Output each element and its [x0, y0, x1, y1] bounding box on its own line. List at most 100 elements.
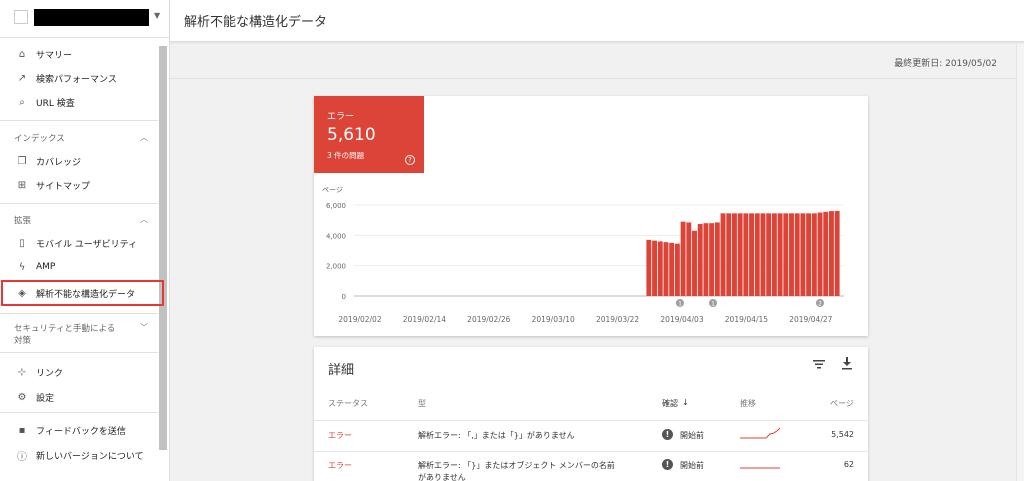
bolt-icon: ϟ — [18, 261, 26, 273]
property-selector[interactable]: ▼ — [0, 0, 169, 38]
section-index-label[interactable]: インデックス — [14, 132, 65, 144]
property-favicon — [14, 10, 28, 24]
sidebar-item-sitemaps[interactable]: ⊞ サイトマップ — [0, 174, 158, 196]
row-validation: 開始前 — [680, 431, 704, 440]
annotation-label: 2 — [818, 301, 822, 308]
column-header-status[interactable]: ステータス — [328, 398, 368, 409]
chevron-down-icon[interactable]: ▼ — [154, 11, 160, 20]
column-header-pages[interactable]: ページ — [830, 398, 854, 409]
links-icon: ⊹ — [17, 366, 27, 378]
row-type[interactable]: 解析エラー: 「,」または「}」がありません — [418, 430, 575, 441]
chart-bar — [709, 223, 715, 296]
chart-bar — [800, 213, 806, 296]
x-tick-label: 2019/04/15 — [725, 315, 768, 324]
chart-bar — [731, 213, 737, 296]
section-enhancements-label[interactable]: 拡張 — [14, 214, 31, 226]
sidebar-item-new-version[interactable]: ⓘ 新しいバージョンについて — [0, 444, 158, 466]
alert-icon: ! — [662, 429, 673, 440]
help-icon[interactable]: ? — [405, 155, 415, 165]
chart-bar — [652, 240, 658, 296]
sidebar-item-mobile-usability[interactable]: ▯ モバイル ユーザビリティ — [0, 232, 158, 254]
error-label: エラー — [327, 112, 355, 122]
x-tick-label: 2019/03/10 — [532, 315, 575, 324]
info-icon: ⓘ — [17, 451, 27, 463]
chart-bar — [743, 213, 749, 296]
column-header-type[interactable]: 型 — [418, 398, 426, 409]
property-name-redacted — [34, 9, 149, 26]
content-divider — [170, 78, 1016, 79]
chart-bar — [828, 211, 834, 296]
y-tick-label: 4,000 — [326, 232, 346, 240]
y-tick-label: 2,000 — [326, 263, 346, 271]
section-security-label[interactable]: セキュリティと手動による — [14, 322, 115, 334]
row-type-line2[interactable]: がありません — [418, 472, 466, 481]
sidebar-item-settings[interactable]: ⚙ 設定 — [0, 386, 158, 408]
row-pages: 5,542 — [831, 430, 854, 439]
sidebar-item-feedback[interactable]: ▪ フィードバックを送信 — [0, 419, 158, 441]
sidebar-item-amp[interactable]: ϟ AMP — [0, 256, 158, 278]
y-axis-label: ページ — [322, 186, 343, 194]
row-pages: 62 — [843, 460, 854, 469]
sidebar-item-summary[interactable]: ⌂ サマリー — [0, 43, 158, 65]
row-status: エラー — [328, 431, 352, 440]
x-tick-label: 2019/02/14 — [403, 315, 446, 324]
column-header-trend[interactable]: 推移 — [740, 398, 756, 409]
feedback-icon: ▪ — [18, 424, 26, 436]
sidebar-divider — [0, 203, 158, 204]
chart-bar — [760, 213, 766, 296]
row-type[interactable]: 解析エラー: 「}」またはオブジェクト メンバーの名前 — [418, 460, 615, 471]
page-scrollbar[interactable] — [1016, 44, 1024, 481]
chart-bar — [663, 242, 669, 296]
file-copy-icon: ❐ — [17, 155, 27, 167]
chart-bar — [789, 213, 794, 296]
chart-bar — [777, 213, 783, 296]
download-icon[interactable] — [841, 356, 853, 370]
chart-bar — [657, 241, 663, 296]
sidebar-divider — [0, 313, 158, 314]
page-title: 解析不能な構造化データ — [184, 15, 328, 30]
sort-arrow-icon[interactable]: ↓ — [682, 398, 689, 407]
sidebar-item-links[interactable]: ⊹ リンク — [0, 361, 158, 383]
column-header-validation[interactable]: 確認 — [662, 398, 678, 409]
chart-bar — [674, 243, 680, 296]
last-updated-date: 最終更新日: 2019/05/02 — [894, 59, 997, 69]
sidebar-item-url-inspection[interactable]: ⌕ URL 検査 — [0, 91, 158, 113]
chart-bar — [714, 222, 720, 296]
chevron-down-icon[interactable]: ﹀ — [140, 322, 148, 333]
trend-sparkline — [740, 467, 780, 469]
x-tick-label: 2019/02/02 — [338, 315, 381, 324]
error-summary-tile[interactable]: エラー 5,610 3 件の問題 ? — [314, 96, 424, 173]
chart-bar — [680, 221, 686, 296]
chart-card: エラー 5,610 3 件の問題 ? ページ 0 2,000 4,000 6,000 1 1… — [314, 96, 868, 336]
table-divider — [314, 420, 868, 421]
x-tick-label: 2019/03/22 — [596, 315, 639, 324]
error-count: 5,610 — [327, 125, 376, 145]
chart-bar — [817, 212, 823, 296]
annotation-label: 1 — [711, 301, 715, 308]
details-title: 詳細 — [328, 363, 355, 378]
sidebar-item-performance[interactable]: ↗ 検索パフォーマンス — [0, 67, 158, 89]
chevron-up-icon[interactable]: ︿ — [140, 214, 148, 225]
sidebar-item-coverage[interactable]: ❐ カバレッジ — [0, 150, 158, 172]
sidebar-scrollbar[interactable] — [159, 46, 167, 450]
chevron-up-icon[interactable]: ︿ — [140, 132, 148, 143]
row-validation: 開始前 — [680, 461, 704, 470]
filter-icon[interactable] — [812, 357, 826, 371]
chart-bar — [646, 239, 652, 296]
page-header: 解析不能な構造化データ — [170, 0, 1024, 42]
chart-bar — [806, 213, 812, 296]
chart-bar — [692, 230, 697, 296]
x-tick-label: 2019/04/03 — [660, 315, 703, 324]
alert-icon: ! — [662, 459, 673, 470]
details-card: 詳細 ステータス 型 確認 ↓ 推移 ページ エラー 解析エラー: 「,」または… — [314, 347, 868, 481]
sidebar: ▼ ⌂ サマリー ↗ 検索パフォーマンス ⌕ URL 検査 インデックス ︿ ❐… — [0, 0, 170, 481]
chart-bar — [703, 223, 709, 296]
chart-bar — [766, 213, 772, 296]
chart-bar — [771, 213, 777, 296]
error-bar-chart: ページ 0 2,000 4,000 6,000 1 1 2 2019/02/02 2019/02/… — [322, 186, 844, 324]
search-icon: ⌕ — [19, 96, 25, 108]
chart-bar — [749, 213, 755, 296]
smartphone-icon: ▯ — [19, 237, 25, 249]
y-tick-label: 0 — [342, 293, 346, 301]
chart-bar — [823, 211, 829, 296]
